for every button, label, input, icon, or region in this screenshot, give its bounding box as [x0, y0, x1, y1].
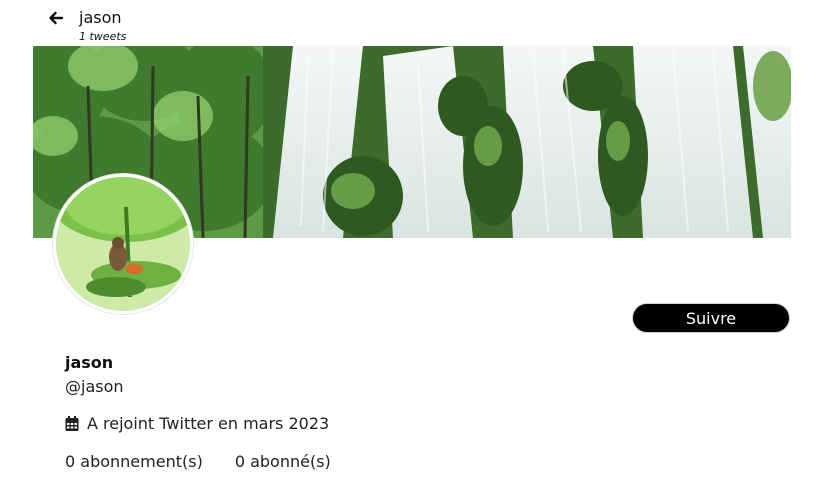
following-count[interactable]: 0 abonnement(s) — [65, 452, 203, 471]
tweet-count: 1 tweets — [79, 30, 127, 43]
follow-button[interactable]: Suivre — [632, 303, 790, 333]
calendar-icon — [65, 415, 79, 432]
page-title: jason — [79, 8, 122, 27]
profile-handle: @jason — [65, 377, 124, 396]
profile-header: jason 1 tweets — [0, 0, 840, 46]
joined-date: A rejoint Twitter en mars 2023 — [65, 414, 329, 433]
frog-avatar-image — [56, 177, 190, 311]
profile-name: jason — [65, 353, 114, 372]
avatar[interactable] — [53, 174, 193, 314]
joined-text: A rejoint Twitter en mars 2023 — [87, 414, 330, 433]
follow-stats: 0 abonnement(s) 0 abonné(s) — [65, 452, 363, 471]
arrow-left-icon[interactable] — [46, 8, 66, 28]
followers-count[interactable]: 0 abonné(s) — [235, 452, 331, 471]
